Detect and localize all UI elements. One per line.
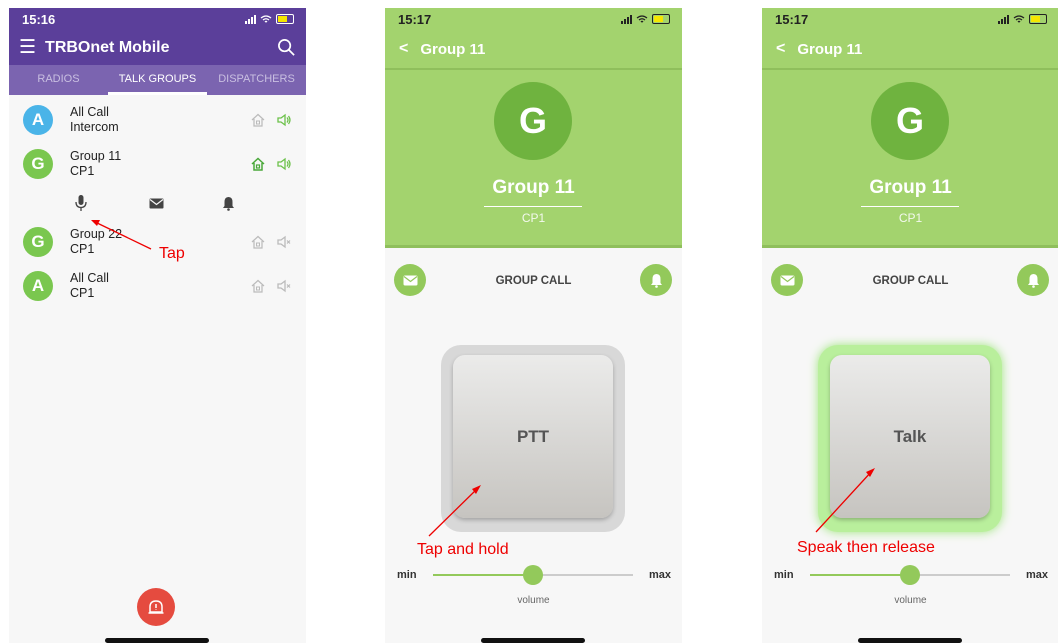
emergency-alarm-button[interactable] (137, 588, 175, 626)
volume-label: volume (517, 595, 550, 606)
group-call-screen-ptt: 15:17 < Group 11 G Group 11 CP1 GROUP CA… (385, 8, 682, 643)
volume-track[interactable] (810, 565, 1010, 585)
volume-max-label: max (649, 569, 672, 581)
volume-fill (810, 574, 910, 576)
annotation-tap-and-hold: Tap and hold (417, 541, 509, 558)
alarm-icon (148, 600, 164, 614)
volume-slider[interactable]: min max (762, 565, 1058, 585)
volume-track[interactable] (433, 565, 633, 585)
talk-groups-screen: 15:16 ☰ TRBOnet Mobile RADIOS TALK GROUP… (9, 8, 306, 643)
annotation-speak-then-release: Speak then release (797, 539, 935, 556)
volume-slider[interactable]: min max (385, 565, 682, 585)
annotation-tap: Tap (159, 245, 185, 262)
volume-min-label: min (397, 569, 417, 581)
volume-thumb[interactable] (523, 565, 543, 585)
home-indicator (481, 638, 585, 643)
home-indicator (858, 638, 962, 643)
volume-min-label: min (774, 569, 794, 581)
home-indicator (105, 638, 209, 643)
volume-fill (433, 574, 533, 576)
volume-max-label: max (1026, 569, 1049, 581)
volume-thumb[interactable] (900, 565, 920, 585)
volume-label: volume (894, 595, 927, 606)
annotation-arrow (91, 220, 152, 250)
group-call-screen-talk: 15:17 < Group 11 G Group 11 CP1 GROUP CA… (762, 8, 1058, 643)
